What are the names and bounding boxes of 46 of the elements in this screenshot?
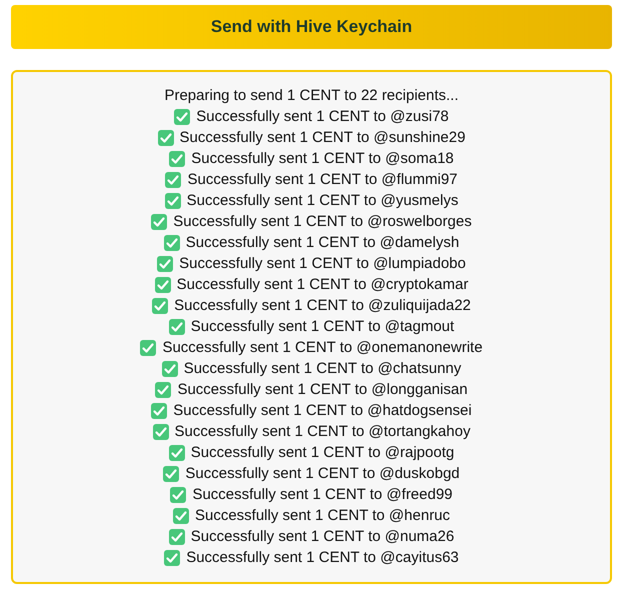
log-entry: Successfully sent 1 CENT to @sunshine29: [180, 129, 466, 146]
checkmark-icon: [168, 528, 185, 544]
checkmark-icon: [151, 214, 168, 230]
log-header: Preparing to send 1 CENT to 22 recipients...: [164, 87, 459, 104]
checkmark-icon: [163, 466, 180, 482]
log-entry: Successfully sent 1 CENT to @soma18: [191, 150, 454, 167]
checkmark-icon: [164, 550, 180, 566]
checkmark-icon: [157, 256, 174, 272]
checkmark-icon: [158, 130, 174, 146]
checkmark-icon: [174, 108, 190, 124]
log-entry: Successfully sent 1 CENT to @longganisan: [177, 381, 468, 398]
log-entry: Successfully sent 1 CENT to @roswelborges: [173, 213, 472, 230]
log-entry: Successfully sent 1 CENT to @zusi78: [196, 108, 449, 125]
checkmark-icon: [151, 402, 168, 418]
checkmark-icon: [170, 486, 186, 502]
checkmark-icon: [140, 340, 156, 356]
log-entry: Successfully sent 1 CENT to @onemanonewrite: [162, 339, 483, 356]
checkmark-icon: [164, 192, 181, 208]
checkmark-icon: [152, 298, 168, 314]
log-entry: Successfully sent 1 CENT to @freed99: [192, 486, 453, 503]
log-entry: Successfully sent 1 CENT to @chatsunny: [184, 360, 462, 377]
log-entry: Successfully sent 1 CENT to @cayitus63: [186, 549, 459, 566]
log-entry: Successfully sent 1 CENT to @damelysh: [186, 234, 460, 251]
log-entry: Successfully sent 1 CENT to @tagmout: [190, 318, 454, 335]
checkmark-icon: [154, 276, 171, 292]
send-button[interactable]: Send with Hive Keychain: [11, 5, 612, 49]
checkmark-icon: [164, 234, 180, 250]
log-entry: Successfully sent 1 CENT to @henruc: [194, 507, 450, 524]
log-entry: Successfully sent 1 CENT to @cryptokamar: [176, 276, 468, 293]
log-entry: Successfully sent 1 CENT to @rajpootg: [190, 444, 454, 461]
log-entry: Successfully sent 1 CENT to @lumpiadobo: [179, 255, 466, 272]
checkmark-icon: [165, 172, 182, 188]
checkmark-icon: [162, 360, 178, 376]
log-entry: Successfully sent 1 CENT to @numa26: [190, 528, 454, 545]
log-entry: Successfully sent 1 CENT to @hatdogsensei: [173, 402, 472, 419]
checkmark-icon: [152, 424, 169, 440]
log-entry: Successfully sent 1 CENT to @flummi97: [187, 171, 458, 188]
checkmark-icon: [172, 508, 189, 524]
log-entry: Successfully sent 1 CENT to @duskobgd: [185, 465, 460, 482]
checkmark-icon: [169, 150, 186, 166]
checkmark-icon: [155, 382, 172, 398]
log-entry: Successfully sent 1 CENT to @tortangkahoy: [174, 423, 470, 440]
log-entry: Successfully sent 1 CENT to @yusmelys: [186, 192, 458, 209]
checkmark-icon: [168, 444, 185, 460]
checkmark-icon: [168, 318, 185, 334]
log-entry: Successfully sent 1 CENT to @zuliquijada22: [174, 297, 471, 314]
